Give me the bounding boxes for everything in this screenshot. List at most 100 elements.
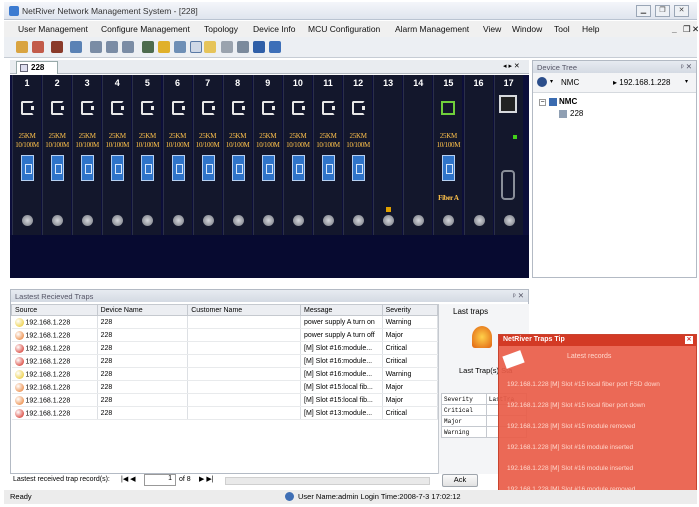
- slot-11[interactable]: 11 25KM 10/100M: [313, 75, 342, 235]
- popup-message[interactable]: 192.168.1.228 [M] Slot #16 module insert…: [507, 465, 633, 472]
- slot-6[interactable]: 6 25KM 10/100M: [162, 75, 192, 235]
- slot-5[interactable]: 5 25KM 10/100M: [132, 75, 162, 235]
- help-icon[interactable]: [269, 41, 281, 53]
- restore-button[interactable]: ❐: [655, 5, 670, 17]
- menu-user-management[interactable]: User Management: [18, 24, 88, 34]
- address-dropdown-icon[interactable]: ▾: [685, 78, 688, 85]
- slot-16[interactable]: 16: [463, 75, 493, 235]
- rj45-port-icon[interactable]: [322, 155, 335, 181]
- rj45-port-icon[interactable]: [21, 155, 34, 181]
- menu-configure-management[interactable]: Configure Management: [101, 24, 190, 34]
- table-row[interactable]: 192.168.1.228 228 power supply A turn on Wa…: [11, 315, 439, 329]
- menu-window[interactable]: Window: [512, 24, 542, 34]
- tree-node-228[interactable]: 228: [570, 109, 583, 118]
- menu-alarm-management[interactable]: Alarm Management: [395, 24, 469, 34]
- menu-tool[interactable]: Tool: [554, 24, 570, 34]
- alarm-icon[interactable]: [158, 41, 170, 53]
- rj45-port-icon[interactable]: [201, 155, 215, 181]
- table-row[interactable]: 192.168.1.228 228 [M] Slot #15:local fib..…: [11, 380, 439, 394]
- dropdown-arrow-icon[interactable]: ▾: [550, 78, 553, 85]
- nmc-icon: [549, 98, 557, 106]
- globe-icon[interactable]: [253, 41, 265, 53]
- rj45-port-icon[interactable]: [81, 155, 95, 181]
- mdi-close-icon[interactable]: ✕: [692, 24, 699, 35]
- lightning-icon[interactable]: [204, 41, 216, 53]
- popup-message[interactable]: 192.168.1.228 [M] Slot #15 local fiber p…: [507, 402, 645, 409]
- slot-15[interactable]: 15 25KM 10/100M Fiber A: [433, 75, 463, 235]
- col-message[interactable]: Message: [300, 304, 383, 316]
- print-icon[interactable]: [221, 41, 233, 53]
- table-row[interactable]: 192.168.1.228 228 [M] Slot #15:local fib..…: [11, 393, 439, 407]
- rj45-port-icon[interactable]: [171, 155, 185, 181]
- first-page-icon[interactable]: |◀ ◀: [121, 475, 136, 483]
- fiber-rj45-port-icon[interactable]: [442, 155, 456, 181]
- ack-button[interactable]: Ack: [442, 474, 478, 487]
- rj45-port-icon[interactable]: [111, 155, 125, 181]
- page-input[interactable]: 1: [144, 474, 176, 486]
- col-severity[interactable]: Severity: [381, 304, 439, 316]
- slot-1[interactable]: 1 25KM 10/100M: [12, 75, 41, 235]
- tree-address[interactable]: ▸ 192.168.1.228: [613, 78, 670, 87]
- table-row[interactable]: 192.168.1.228 228 [M] Slot #16:module... Wa…: [11, 367, 439, 381]
- slot-8[interactable]: 8 25KM 10/100M: [222, 75, 252, 235]
- menu-help[interactable]: Help: [582, 24, 599, 34]
- menu-topology[interactable]: Topology: [204, 24, 238, 34]
- slot-3[interactable]: 3 25KM 10/100M: [72, 75, 102, 235]
- tab-228[interactable]: 228: [16, 61, 58, 74]
- table-row[interactable]: 192.168.1.228 228 [M] Slot #16:module... Cr…: [11, 341, 439, 355]
- device-list-icon[interactable]: [122, 41, 134, 53]
- col-source[interactable]: Source: [11, 304, 98, 316]
- menu-device-info[interactable]: Device Info: [253, 24, 296, 34]
- popup-close-icon[interactable]: ✕: [685, 336, 693, 344]
- logout-icon[interactable]: [32, 41, 44, 53]
- slot-14[interactable]: 14: [403, 75, 433, 235]
- slot-12[interactable]: 12 25KM 10/100M: [343, 75, 373, 235]
- mdi-minimize-icon[interactable]: _: [672, 24, 677, 34]
- device-icon[interactable]: [90, 41, 102, 53]
- minimize-button[interactable]: ▁: [636, 5, 651, 17]
- popup-message[interactable]: 192.168.1.228 [M] Slot #15 local fiber p…: [507, 381, 660, 388]
- tools-icon[interactable]: [237, 41, 249, 53]
- rj45-port-icon[interactable]: [291, 155, 305, 181]
- pin-icon[interactable]: ᵖ ✕: [681, 62, 692, 71]
- slot-7[interactable]: 7 25KM 10/100M: [192, 75, 222, 235]
- config-icon[interactable]: [51, 41, 63, 53]
- table-row[interactable]: 192.168.1.228 228 [M] Slot #16:module... Cr…: [11, 354, 439, 368]
- menu-mcu-configuration[interactable]: MCU Configuration: [308, 24, 380, 34]
- traps-pin-icon[interactable]: ᵖ ✕: [513, 291, 524, 300]
- popup-message[interactable]: 192.168.1.228 [M] Slot #16 module insert…: [507, 444, 633, 451]
- rj45-port-icon[interactable]: [231, 155, 245, 181]
- rj45-port-icon[interactable]: [51, 155, 65, 181]
- rj45-port-icon[interactable]: [141, 155, 155, 181]
- rj45-port-icon[interactable]: [261, 155, 275, 181]
- slot-4[interactable]: 4 25KM 10/100M: [102, 75, 132, 235]
- slot-10[interactable]: 10 25KM 10/100M: [282, 75, 312, 235]
- slot-13[interactable]: 13: [373, 75, 403, 235]
- table-row[interactable]: 192.168.1.228 228 power supply A turn off M…: [11, 328, 439, 342]
- tree-filter[interactable]: NMC: [561, 78, 579, 87]
- next-page-icon[interactable]: ▶ ▶|: [199, 475, 214, 483]
- horizontal-scrollbar[interactable]: [225, 477, 430, 485]
- menu-view[interactable]: View: [483, 24, 501, 34]
- table-row[interactable]: 192.168.1.228 228 [M] Slot #13:module... Cr…: [11, 406, 439, 420]
- popup-message[interactable]: 192.168.1.228 [M] Slot #15 module remove…: [507, 423, 635, 430]
- col-customer-name[interactable]: Customer Name: [187, 304, 301, 316]
- tree-root-nmc[interactable]: NMC: [559, 97, 577, 106]
- topology-icon[interactable]: [70, 41, 82, 53]
- slot-2[interactable]: 2 25KM 10/100M: [42, 75, 72, 235]
- mcu-icon[interactable]: [142, 41, 154, 53]
- tab-scroll-icon[interactable]: ◂ ▸ ✕: [503, 62, 520, 70]
- cell-customer: [187, 393, 301, 407]
- collapse-icon[interactable]: −: [539, 99, 546, 106]
- col-device-name[interactable]: Device Name: [96, 304, 189, 316]
- slot-17[interactable]: 17: [493, 75, 523, 235]
- mdi-restore-icon[interactable]: ❐: [683, 24, 691, 35]
- close-button[interactable]: ✕: [674, 5, 689, 17]
- user-icon[interactable]: [16, 41, 28, 53]
- device-info-icon[interactable]: [106, 41, 118, 53]
- slot-9[interactable]: 9 25KM 10/100M: [252, 75, 282, 235]
- serial-port-icon[interactable]: [500, 170, 515, 200]
- select-icon[interactable]: [190, 41, 202, 53]
- rj45-port-icon[interactable]: [352, 155, 366, 181]
- trap-icon[interactable]: [174, 41, 186, 53]
